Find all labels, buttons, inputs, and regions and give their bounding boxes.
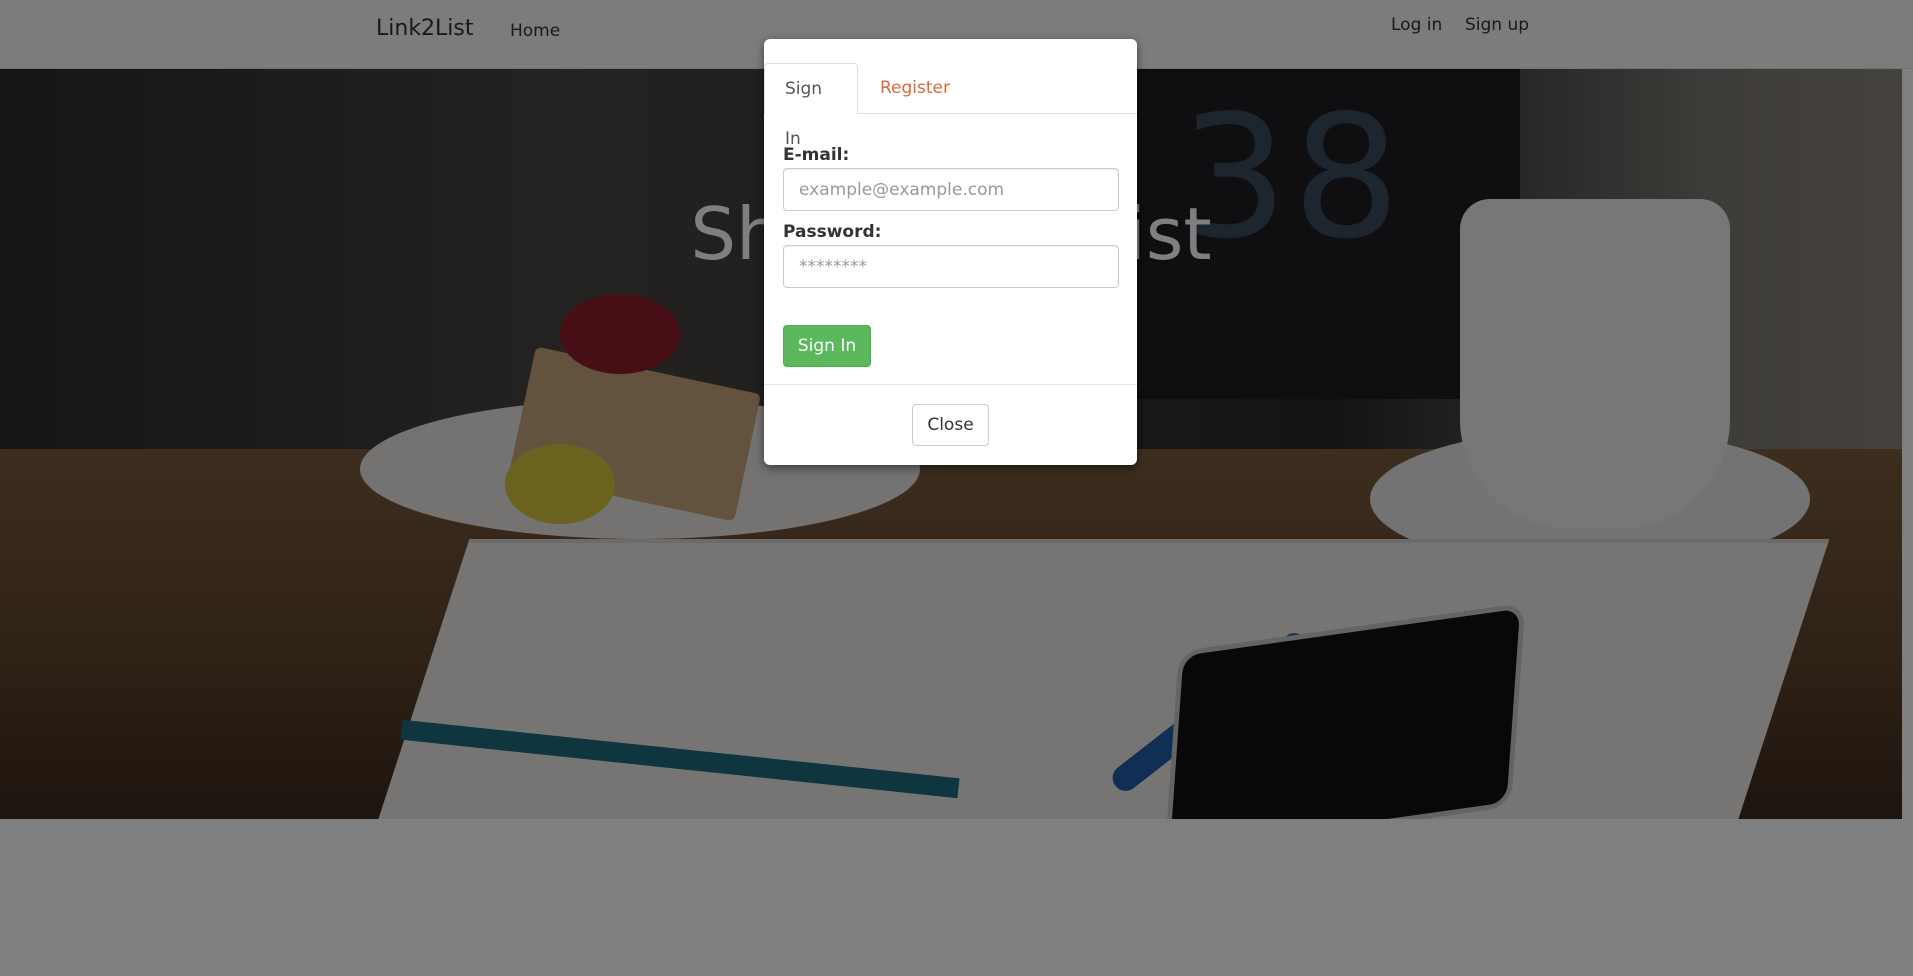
close-button[interactable]: Close	[912, 404, 989, 446]
email-label: E-mail:	[783, 145, 850, 165]
sign-in-modal: Sign In Register E-mail: Password: Sign …	[764, 39, 1137, 465]
page: Link2List Home Log in Sign up 38 Share y…	[0, 0, 1913, 976]
modal-tabs: Sign In Register	[764, 63, 1137, 149]
email-field[interactable]	[783, 168, 1119, 211]
password-field[interactable]	[783, 245, 1119, 288]
tab-register[interactable]: Register	[860, 63, 980, 114]
modal-footer: Close	[764, 384, 1137, 465]
sign-in-button[interactable]: Sign In	[783, 325, 871, 367]
password-label: Password:	[783, 222, 882, 242]
tab-sign-in[interactable]: Sign In	[764, 63, 858, 149]
